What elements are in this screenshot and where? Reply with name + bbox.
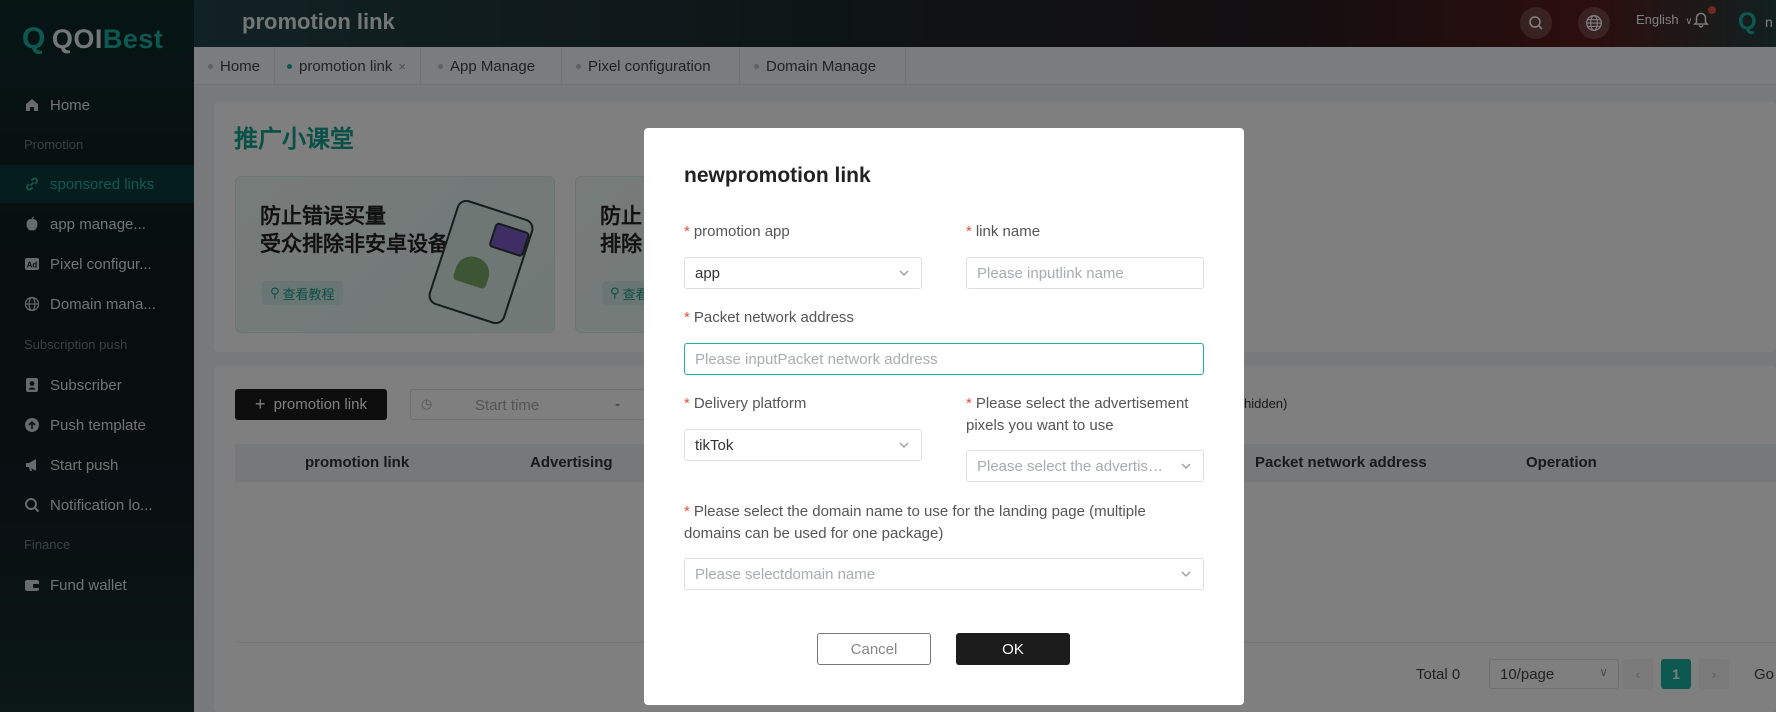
select-value: tikTok <box>695 436 734 454</box>
pixels-label: * Please select the advertisement pixels … <box>966 393 1206 437</box>
required-mark: * <box>684 223 690 240</box>
delivery-platform-select[interactable]: tikTok <box>684 429 922 461</box>
packet-address-field[interactable] <box>684 343 1204 375</box>
domain-label: * Please select the domain name to use fo… <box>684 501 1204 545</box>
new-promotion-link-dialog: newpromotion link * promotion app app * li… <box>644 128 1244 705</box>
chevron-down-icon <box>899 442 909 448</box>
required-mark: * <box>684 395 690 412</box>
label-text: link name <box>975 223 1041 240</box>
delivery-platform-label: * Delivery platform <box>684 393 806 415</box>
dialog-title: newpromotion link <box>684 164 871 187</box>
select-placeholder: Please selectdomain name <box>695 565 876 583</box>
label-text: Please select the domain name to use for… <box>684 503 1146 542</box>
required-mark: * <box>684 503 690 520</box>
label-text: Please select the advertisement pixels y… <box>966 395 1189 434</box>
chevron-down-icon <box>1181 463 1191 469</box>
link-name-field[interactable] <box>966 257 1204 289</box>
chevron-down-icon <box>899 270 909 276</box>
link-name-label: * link name <box>966 221 1040 243</box>
chevron-down-icon <box>1181 571 1191 577</box>
label-text: promotion app <box>693 223 790 240</box>
required-mark: * <box>966 395 972 412</box>
required-mark: * <box>684 309 690 326</box>
promotion-app-label: * promotion app <box>684 221 790 243</box>
select-placeholder: Please select the advertise... <box>977 457 1167 475</box>
domain-select[interactable]: Please selectdomain name <box>684 558 1204 590</box>
pixels-select[interactable]: Please select the advertise... <box>966 450 1204 482</box>
ok-button[interactable]: OK <box>956 633 1070 665</box>
select-value: app <box>695 264 721 282</box>
promotion-app-select[interactable]: app <box>684 257 922 289</box>
label-text: Delivery platform <box>693 395 807 412</box>
required-mark: * <box>966 223 972 240</box>
packet-address-label: * Packet network address <box>684 307 854 329</box>
link-name-input[interactable] <box>977 264 1193 282</box>
label-text: Packet network address <box>693 309 854 326</box>
packet-address-input[interactable] <box>695 350 1193 368</box>
cancel-button[interactable]: Cancel <box>817 633 931 665</box>
